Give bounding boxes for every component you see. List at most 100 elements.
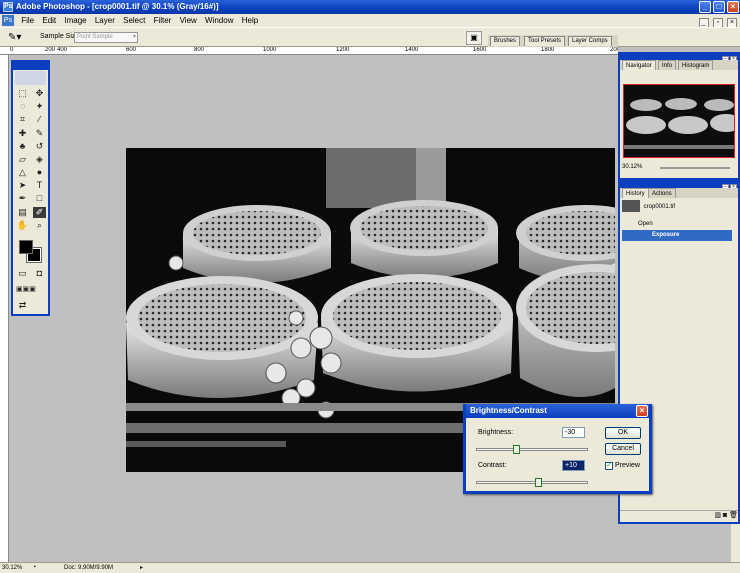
menu-window[interactable]: Window [202,14,236,27]
slice-tool-icon[interactable]: ∕ [33,114,46,125]
contrast-input[interactable]: +10 [562,460,585,471]
history-item-exposure[interactable]: Exposure [622,230,732,241]
eyedropper-tool-icon[interactable]: ✐ [33,207,46,218]
feather-logo-icon[interactable] [15,71,46,85]
menu-select[interactable]: Select [120,14,148,27]
window-title: Adobe Photoshop - [crop0001.tif @ 30.1% … [16,2,219,11]
history-snapshot-row[interactable]: crop0001.tif [622,200,732,214]
type-tool-icon[interactable]: T [33,180,46,191]
clone-stamp-tool-icon[interactable]: ♣ [16,141,29,152]
navigator-zoom-slider[interactable] [660,167,730,169]
minimize-button[interactable]: _ [699,1,711,13]
tab-actions[interactable]: Actions [648,188,676,198]
options-bar: ✎▾ Sample Size: Point Sample ▾ ▣ Brushes … [0,27,740,47]
crop-tool-icon[interactable]: ⌗ [16,114,29,125]
tab-info[interactable]: Info [658,60,677,70]
menu-filter[interactable]: Filter [151,14,175,27]
sieve-front-right [516,263,615,397]
menu-file[interactable]: File [18,14,37,27]
status-doc-size: Doc: 9.90M/9.90M [64,565,114,571]
new-snapshot-icon[interactable]: ◙ [723,512,727,519]
path-selection-tool-icon[interactable]: ➤ [16,180,29,191]
snapshot-thumbnail [622,200,640,213]
palette-well: Brushes Tool Presets Layer Comps [488,35,618,47]
sample-size-value: Point Sample [77,34,113,40]
navigator-zoom-value[interactable]: 30.12% [622,164,642,170]
zoom-tool-icon[interactable]: ⌕ [33,220,46,231]
status-info-icon[interactable]: ◔ [32,563,36,573]
navigator-thumbnail[interactable] [623,84,740,158]
tab-navigator[interactable]: Navigator [622,60,656,70]
brush-tool-icon[interactable]: ✎ [33,128,46,139]
brightness-label: Brightness: [478,429,514,436]
jump-to-imageready-icon[interactable]: ⇄ [16,300,29,311]
brightness-slider-track[interactable] [476,448,588,451]
tab-histogram[interactable]: Histogram [678,60,714,70]
vertical-scrollbar[interactable] [731,524,740,562]
contrast-slider-track[interactable] [476,481,588,484]
history-item-open[interactable]: Open [622,219,732,230]
menu-edit[interactable]: Edit [39,14,59,27]
eyedropper-tool-preset-icon[interactable]: ✎▾ [8,31,28,44]
ruler-label: 1600 [473,47,487,53]
magic-wand-tool-icon[interactable]: ✦ [33,101,46,112]
close-button[interactable]: × [727,1,739,13]
document-icon[interactable]: Ps [2,15,14,26]
lasso-tool-icon[interactable]: ◌ [16,101,29,112]
status-zoom[interactable]: 30.12% [2,563,22,573]
tab-history[interactable]: History [622,188,649,198]
standard-mode-icon[interactable]: ▭ [16,268,29,279]
menu-help[interactable]: Help [239,14,261,27]
ruler-label: 1200 [336,47,350,53]
dialog-title-bar[interactable]: Brightness/Contrast × [466,404,649,418]
ruler-label: 2000 [610,47,618,53]
ruler-label: 1400 [405,47,419,53]
history-panel-footer: ▥ ◙ 🗑 [620,510,738,520]
well-tab-brushes[interactable]: Brushes [490,36,521,46]
contrast-slider-thumb[interactable] [535,478,542,487]
notes-tool-icon[interactable]: ▤ [16,207,29,218]
rectangle-tool-icon[interactable]: □ [33,193,46,204]
dialog-close-button[interactable]: × [636,405,648,417]
foreground-color-swatch[interactable] [19,240,33,254]
move-tool-icon[interactable]: ✥ [33,88,46,99]
toolbox-title-bar[interactable] [13,62,48,70]
history-item-label: Open [638,221,653,227]
contrast-label: Contrast: [478,462,507,469]
well-tab-layer-comps[interactable]: Layer Comps [568,36,612,46]
hand-tool-icon[interactable]: ✋ [16,220,29,231]
brightness-input[interactable]: -30 [562,427,585,438]
ruler-label: 800 [194,47,205,53]
menu-image[interactable]: Image [61,14,89,27]
brightness-slider-thumb[interactable] [513,445,520,454]
paint-bucket-tool-icon[interactable]: ◈ [33,154,46,165]
dodge-tool-icon[interactable]: ● [33,167,46,178]
quick-mask-mode-icon[interactable]: ◘ [33,268,46,279]
photoshop-app-icon: Ps [3,2,13,12]
ok-button[interactable]: OK [605,427,641,439]
blur-tool-icon[interactable]: △ [16,167,29,178]
menu-view[interactable]: View [177,14,200,27]
new-document-icon[interactable]: ▥ [714,512,721,519]
horizontal-ruler: 0 200 400 600 800 1000 1200 1400 1600 18… [0,47,618,55]
navigator-preview-image [624,85,740,157]
cancel-button[interactable]: Cancel [605,443,641,455]
brightness-contrast-dialog: Brightness/Contrast × Brightness: -30 Co… [463,404,652,494]
status-menu-arrow-icon[interactable]: ▸ [140,563,143,573]
vertical-ruler [0,55,9,562]
eraser-tool-icon[interactable]: ▱ [16,154,29,165]
history-brush-tool-icon[interactable]: ↺ [33,141,46,152]
marquee-tool-icon[interactable]: ⬚ [16,88,29,99]
well-tab-tool-presets[interactable]: Tool Presets [524,36,566,46]
healing-brush-tool-icon[interactable]: ✚ [16,128,29,139]
screen-mode-icons[interactable]: ▣▣▣ [16,284,36,295]
delete-icon[interactable]: 🗑 [729,512,738,519]
ruler-label: 400 [57,47,68,53]
pen-tool-icon[interactable]: ✒ [16,193,29,204]
sample-size-select[interactable]: Point Sample ▾ [74,32,138,43]
preview-checkbox[interactable]: ✓ [605,462,613,470]
file-browser-icon[interactable]: ▣ [466,31,482,45]
maximize-button[interactable]: □ [713,1,725,13]
ruler-label: 1800 [541,47,555,53]
menu-layer[interactable]: Layer [92,14,118,27]
